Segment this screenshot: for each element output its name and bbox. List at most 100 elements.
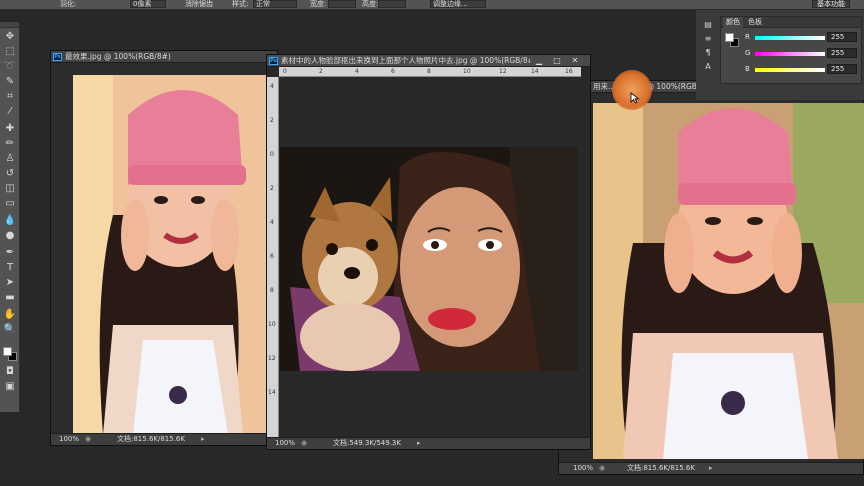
eraser-tool-icon[interactable]: ◫ — [3, 182, 17, 196]
ruler-tick: 10 — [268, 321, 276, 328]
history-brush-tool-icon[interactable]: ↺ — [3, 167, 17, 181]
status-menu-icon[interactable]: ◉ — [301, 438, 307, 449]
type-tool-icon[interactable]: T — [3, 261, 17, 275]
crop-tool-icon[interactable]: ⌗ — [3, 90, 17, 104]
blue-slider[interactable] — [755, 68, 825, 72]
ruler-tick: 6 — [270, 253, 274, 260]
zoom-level[interactable]: 100% — [59, 434, 79, 445]
document-title: 最效果.jpg @ 100%(RGB/8#) — [65, 52, 171, 61]
portrait-image — [593, 103, 864, 459]
status-menu-icon[interactable]: ◉ — [599, 463, 605, 474]
width-input[interactable] — [328, 0, 356, 8]
ruler-tick: 2 — [270, 117, 274, 124]
document-title-bar[interactable]: Ps 素材中的人物脸部抠出来换到上面那个人物照片中去.jpg @ 100%(RG… — [267, 55, 590, 67]
red-slider[interactable] — [755, 36, 825, 40]
tab-swatches[interactable]: 色板 — [745, 17, 765, 28]
history-panel-icon[interactable]: ▤ — [703, 20, 713, 30]
document-title-bar[interactable]: Ps 最效果.jpg @ 100%(RGB/8#) — [51, 51, 277, 63]
status-bar: 100% ◉ 文档:549.3K/549.3K ▸ — [267, 437, 590, 449]
document-window-right[interactable]: Ps 用来...素材.jpg @ 100%(RGB/8#) 100% ◉ 文档:… — [558, 80, 864, 475]
photo-canvas[interactable] — [593, 103, 864, 459]
document-size: 文档:815.6K/815.6K — [117, 435, 185, 443]
properties-panel-icon[interactable]: ≡ — [703, 34, 713, 44]
green-slider[interactable] — [755, 52, 825, 56]
maximize-icon[interactable]: □ — [550, 56, 564, 66]
brush-tool-icon[interactable]: ✏ — [3, 137, 17, 151]
green-value-input[interactable]: 255 — [827, 48, 857, 58]
antialias-checkbox[interactable]: 消除锯齿 — [185, 0, 213, 9]
photo-canvas[interactable] — [73, 75, 269, 435]
zoom-tool-icon[interactable]: 🔍 — [3, 323, 17, 337]
ruler-tick: 4 — [270, 219, 274, 226]
feather-input[interactable]: 0像素 — [130, 0, 166, 8]
channel-label-b: B — [745, 65, 750, 73]
minimize-icon[interactable]: ▁ — [532, 56, 546, 66]
document-size: 文档:815.6K/815.6K — [627, 464, 695, 472]
height-label: 高度: — [362, 0, 379, 8]
ruler-tick: 4 — [355, 68, 359, 75]
document-size: 文档:549.3K/549.3K — [333, 439, 401, 447]
document-window-middle[interactable]: Ps 素材中的人物脸部抠出来换到上面那个人物照片中去.jpg @ 100%(RG… — [266, 54, 591, 450]
refine-edge-button[interactable]: 调整边缘... — [430, 0, 486, 8]
options-bar: 羽化: 0像素 消除锯齿 样式: 正常 宽度: 高度: 调整边缘... 基本功能 — [0, 0, 864, 10]
foreground-color-swatch[interactable] — [3, 347, 12, 356]
blue-value-input[interactable]: 255 — [827, 64, 857, 74]
eyedropper-tool-icon[interactable]: ⁄ — [3, 105, 17, 119]
ruler-tick: 12 — [499, 68, 507, 75]
ps-document-icon: Ps — [269, 57, 278, 65]
move-tool-icon[interactable]: ✥ — [3, 30, 17, 44]
vertical-ruler[interactable]: 4 2 0 2 4 6 8 10 12 14 — [267, 77, 279, 438]
color-panel-tabs: 颜色 色板 — [721, 17, 861, 28]
document-window-left[interactable]: Ps 最效果.jpg @ 100%(RGB/8#) 100% ◉ 文档:815.… — [50, 50, 278, 446]
ruler-tick: 10 — [463, 68, 471, 75]
ruler-tick: 6 — [391, 68, 395, 75]
status-arrow-icon[interactable]: ▸ — [201, 434, 205, 445]
paragraph-panel-icon[interactable]: ¶ — [703, 48, 713, 58]
panel-foreground-swatch[interactable] — [725, 33, 734, 42]
status-bar: 100% ◉ 文档:815.6K/815.6K ▸ — [559, 462, 863, 474]
zoom-level[interactable]: 100% — [573, 463, 593, 474]
horizontal-ruler[interactable]: 0 2 4 6 8 10 12 14 16 — [279, 67, 581, 77]
status-arrow-icon[interactable]: ▸ — [417, 438, 421, 449]
healing-brush-tool-icon[interactable]: ✚ — [3, 122, 17, 136]
tab-color[interactable]: 颜色 — [723, 17, 743, 28]
status-arrow-icon[interactable]: ▸ — [709, 463, 713, 474]
tools-panel: ✥ ⬚ ➰ ✎ ⌗ ⁄ ✚ ✏ ♙ ↺ ◫ ▭ 💧 ● ✒ T ➤ ▬ ✋ 🔍 … — [0, 22, 20, 412]
marquee-tool-icon[interactable]: ⬚ — [3, 45, 17, 59]
ruler-tick: 14 — [268, 389, 276, 396]
height-input[interactable] — [378, 0, 406, 8]
zoom-level[interactable]: 100% — [275, 438, 295, 449]
cursor-highlight — [612, 70, 652, 110]
status-menu-icon[interactable]: ◉ — [85, 434, 91, 445]
ruler-tick: 12 — [268, 355, 276, 362]
lasso-tool-icon[interactable]: ➰ — [3, 60, 17, 74]
ruler-tick: 0 — [270, 151, 274, 158]
dodge-tool-icon[interactable]: ● — [3, 229, 17, 243]
blur-tool-icon[interactable]: 💧 — [3, 214, 17, 228]
character-panel-icon[interactable]: A — [703, 62, 713, 72]
width-label: 宽度: — [310, 0, 327, 8]
portrait-image — [73, 75, 269, 435]
close-icon[interactable]: ✕ — [568, 56, 582, 66]
ruler-tick: 16 — [565, 68, 573, 75]
ruler-tick: 2 — [319, 68, 323, 75]
gradient-tool-icon[interactable]: ▭ — [3, 197, 17, 211]
workspace-switcher[interactable]: 基本功能 — [812, 0, 850, 8]
panel-icon-strip: ▤ ≡ ¶ A — [700, 18, 716, 78]
path-select-tool-icon[interactable]: ➤ — [3, 276, 17, 290]
ruler-tick: 8 — [427, 68, 431, 75]
photo-canvas[interactable] — [280, 147, 578, 371]
hand-tool-icon[interactable]: ✋ — [3, 308, 17, 322]
channel-label-g: G — [745, 49, 751, 57]
ruler-tick: 4 — [270, 83, 274, 90]
quick-mask-icon[interactable]: ◘ — [3, 365, 17, 379]
quick-select-tool-icon[interactable]: ✎ — [3, 75, 17, 89]
shape-tool-icon[interactable]: ▬ — [3, 291, 17, 305]
style-select[interactable]: 正常 — [253, 0, 297, 8]
toolbar-grip[interactable] — [0, 22, 19, 28]
red-value-input[interactable]: 255 — [827, 32, 857, 42]
pen-tool-icon[interactable]: ✒ — [3, 246, 17, 260]
style-label: 样式: — [232, 0, 249, 8]
screen-mode-icon[interactable]: ▣ — [3, 380, 17, 394]
clone-stamp-tool-icon[interactable]: ♙ — [3, 152, 17, 166]
